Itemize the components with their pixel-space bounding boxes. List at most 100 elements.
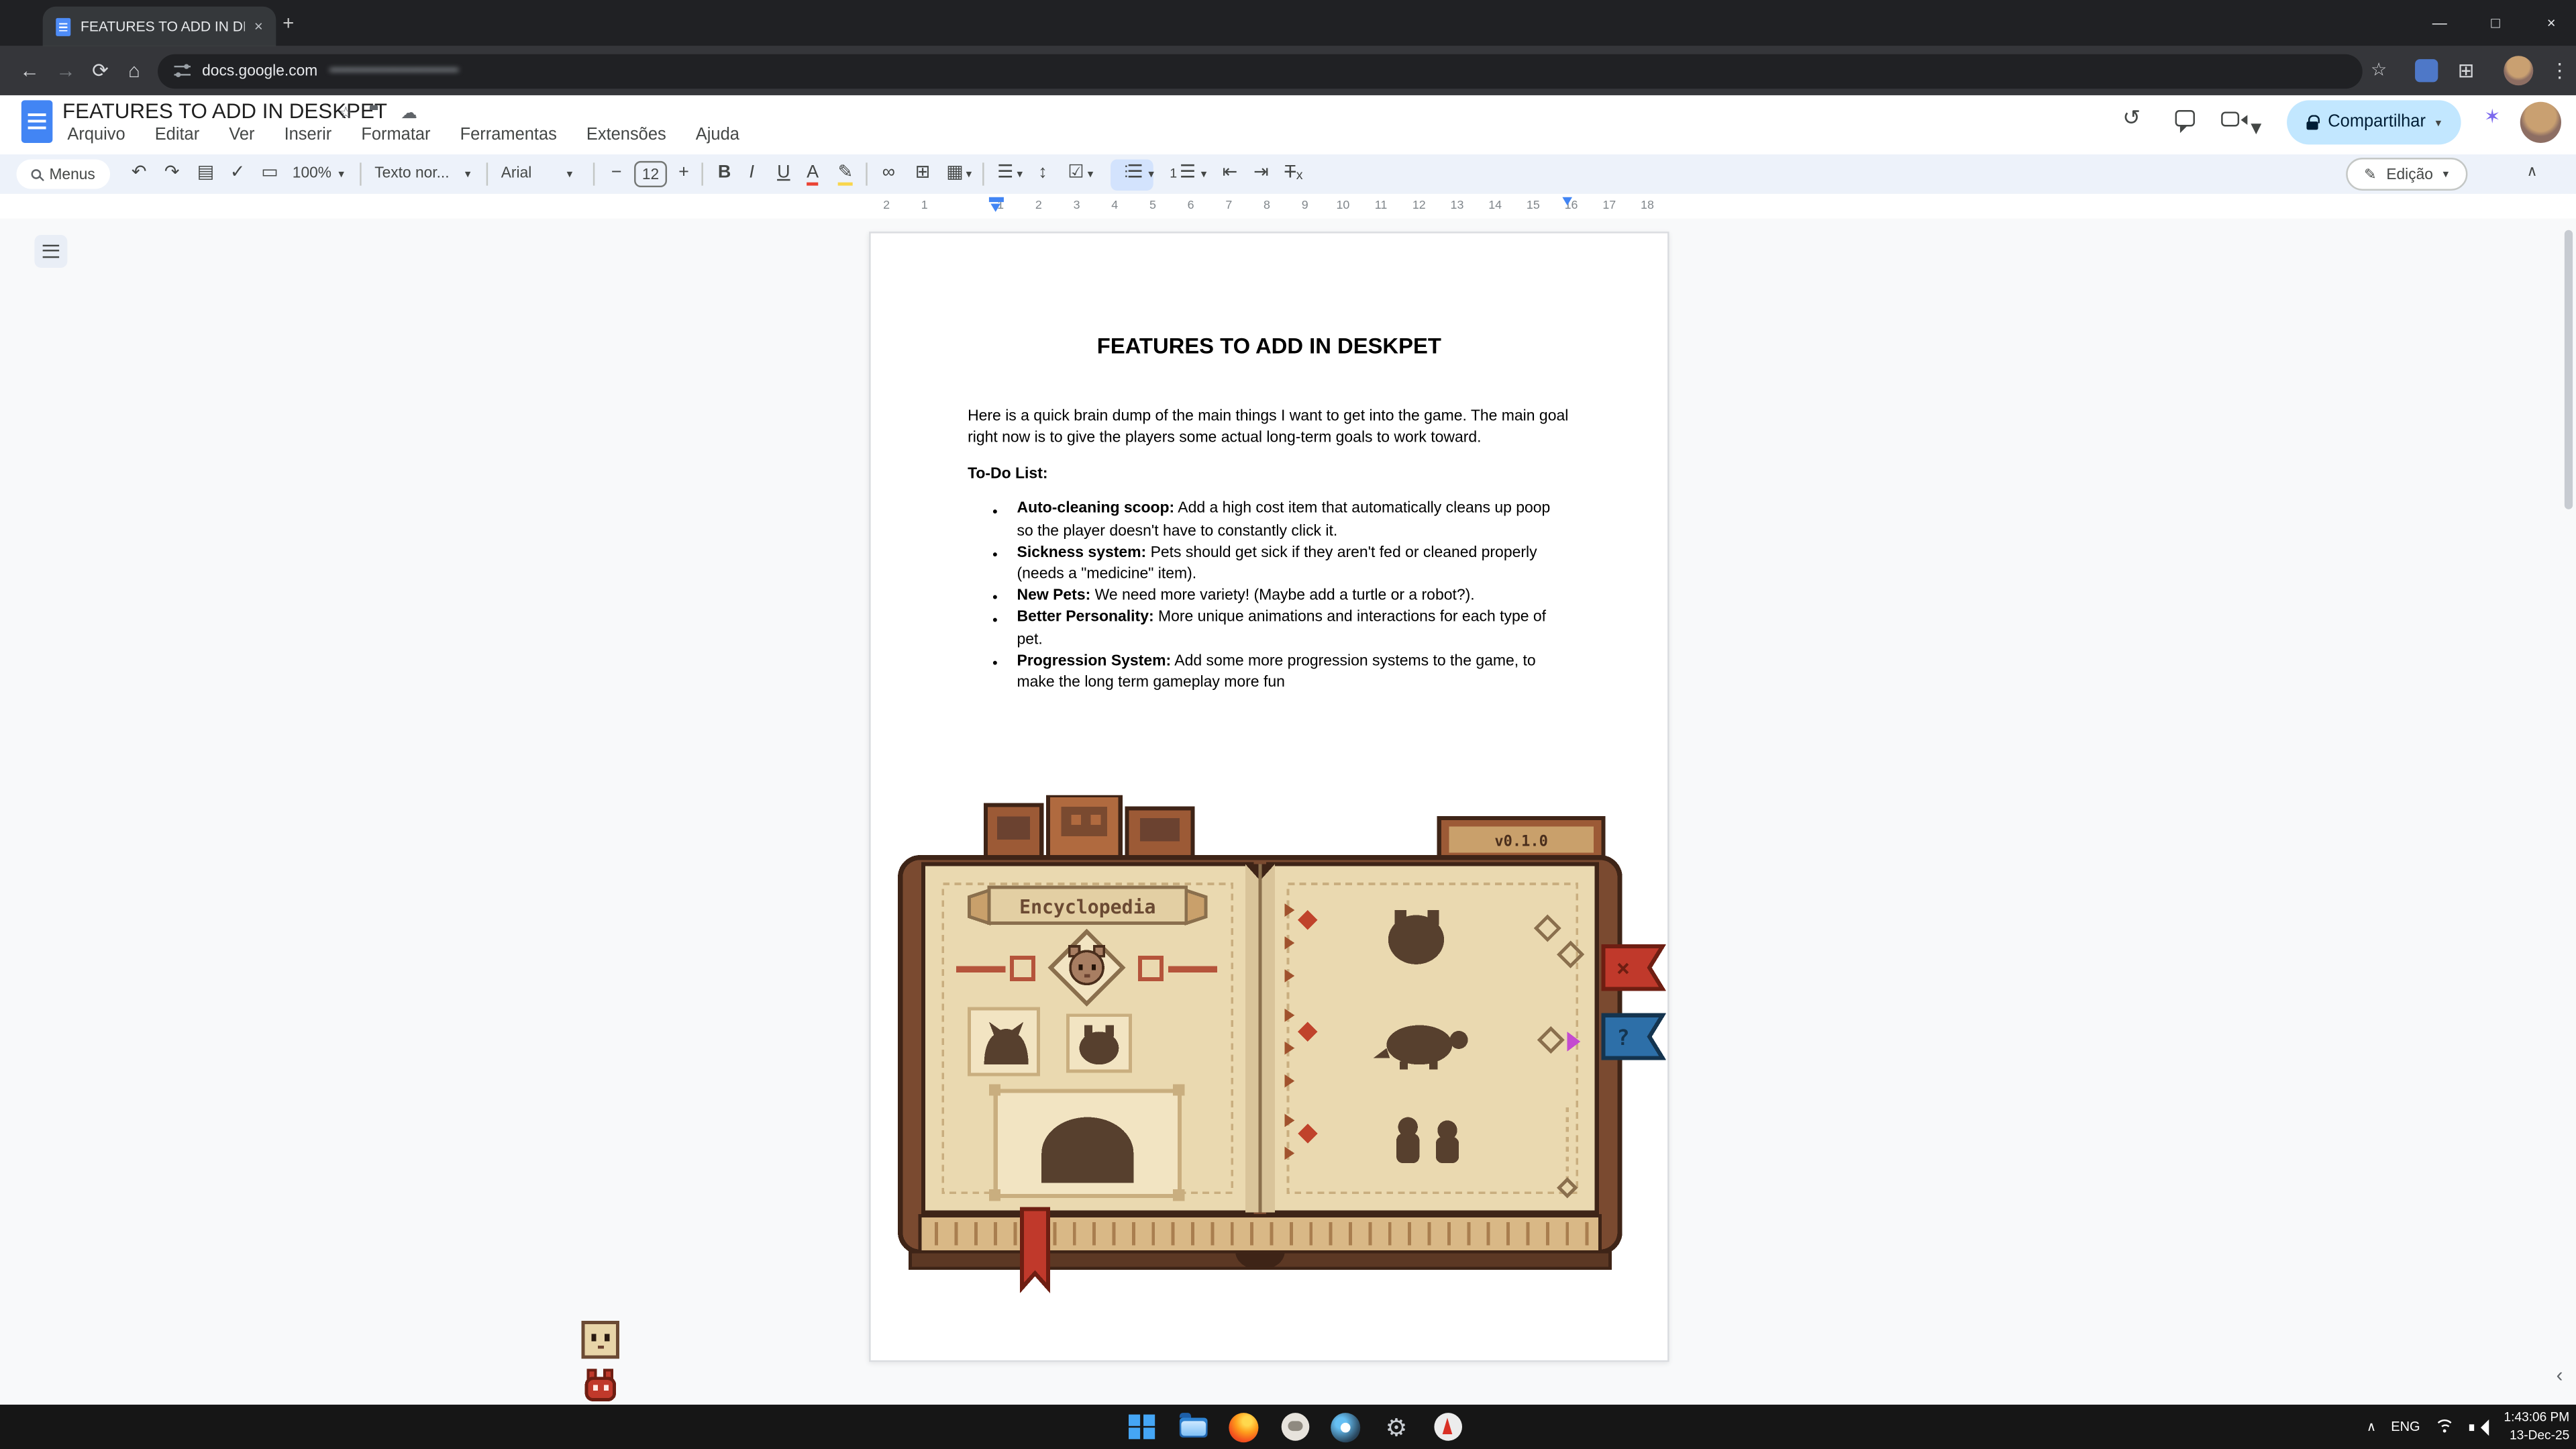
document-page[interactable]: FEATURES TO ADD IN DESKPET Here is a qui… (869, 232, 1669, 1362)
redo-icon[interactable]: ↷ (164, 164, 180, 183)
print-icon[interactable]: ▤ (197, 164, 214, 183)
style-dropdown-icon[interactable]: ▾ (465, 168, 471, 181)
browser-tab[interactable]: FEATURES TO ADD IN DESKPET × (43, 7, 276, 46)
highlight-color-button[interactable]: ✎ (838, 164, 854, 183)
star-document-icon[interactable]: ☆ (338, 105, 353, 123)
browser-profile-avatar[interactable] (2504, 56, 2533, 85)
left-indent-marker[interactable] (990, 204, 1000, 217)
menu-item[interactable]: Editar (144, 123, 211, 148)
checklist-icon[interactable]: ☑ (1068, 164, 1084, 183)
menu-item[interactable]: Inserir (272, 123, 343, 148)
extension-icon[interactable] (2415, 59, 2438, 82)
file-explorer-button[interactable] (1173, 1407, 1213, 1447)
taskbar-clock[interactable]: 1:43:06 PM 13-Dec-25 (2504, 1409, 2570, 1444)
scrollbar-thumb[interactable] (2565, 230, 2573, 509)
address-bar[interactable]: docs.google.com ••••••••••••••••••••••••… (158, 54, 2363, 88)
paragraph-style-select[interactable]: Texto nor... (374, 164, 449, 181)
document-canvas[interactable]: 1234567891011121314151617181920212223242… (0, 219, 2576, 1405)
firefox-button[interactable] (1224, 1407, 1264, 1447)
help-tab: ? (1604, 1015, 1663, 1058)
paint-format-icon[interactable]: ▭ (261, 164, 278, 183)
text-color-button[interactable]: A (807, 164, 819, 183)
reload-icon[interactable]: ⟳ (92, 59, 109, 82)
collapse-toolbar-icon[interactable]: ∧ (2527, 164, 2538, 179)
tray-expand-icon[interactable]: ∧ (2367, 1419, 2376, 1434)
numbered-list-icon[interactable]: ☰ (1180, 164, 1196, 183)
add-comment-icon[interactable]: ⊞ (915, 164, 931, 183)
wifi-icon[interactable] (2435, 1419, 2455, 1435)
extensions-icon[interactable]: ⊞ (2458, 59, 2475, 82)
align-dropdown-icon[interactable]: ▾ (1017, 168, 1023, 181)
app-button[interactable] (1275, 1407, 1315, 1447)
menus-search-button[interactable]: Menus (16, 159, 109, 189)
settings-button[interactable]: ⚙ (1377, 1407, 1416, 1447)
start-button[interactable] (1122, 1407, 1162, 1447)
bullet-list-lines-icon[interactable]: ☰ (1127, 164, 1143, 183)
window-maximize-button[interactable]: □ (2467, 0, 2523, 46)
steam-button[interactable] (1326, 1407, 1366, 1447)
home-icon[interactable]: ⌂ (128, 59, 140, 82)
version-history-icon[interactable]: ↺ (2122, 105, 2141, 132)
decrease-font-icon[interactable]: − (611, 164, 622, 183)
comments-icon[interactable] (2175, 110, 2195, 126)
underline-button[interactable]: U (777, 164, 790, 183)
menu-item[interactable]: Extensões (575, 123, 678, 148)
docs-profile-avatar[interactable] (2520, 102, 2561, 143)
menu-item[interactable]: Arquivo (56, 123, 137, 148)
horizontal-ruler[interactable]: 21123456789101112131415161718 (0, 194, 2576, 219)
desktop-pet-box-sprite[interactable] (580, 1319, 621, 1360)
zoom-dropdown-icon[interactable]: ▾ (338, 168, 344, 181)
checklist-dropdown-icon[interactable]: ▾ (1088, 168, 1094, 181)
font-dropdown-icon[interactable]: ▾ (567, 168, 573, 181)
share-button[interactable]: Compartilhar ▾ (2287, 100, 2461, 144)
insert-link-icon[interactable]: ∞ (882, 164, 895, 183)
browser-menu-icon[interactable]: ⋮ (2550, 59, 2569, 82)
meet-dropdown-icon[interactable]: ▾ (2251, 115, 2261, 141)
increase-indent-icon[interactable]: ⇥ (1253, 164, 1269, 183)
site-settings-icon[interactable] (174, 64, 191, 77)
clear-formatting-x[interactable]: x (1296, 169, 1303, 183)
volume-icon[interactable] (2469, 1419, 2489, 1435)
increase-font-icon[interactable]: + (678, 164, 689, 183)
bold-button[interactable]: B (718, 164, 731, 183)
numbered-dropdown-icon[interactable]: ▾ (1201, 168, 1207, 181)
italic-button[interactable]: I (749, 164, 754, 183)
rocket-app-button[interactable] (1428, 1407, 1467, 1447)
font-select[interactable]: Arial (501, 164, 532, 181)
gemini-sparkle-icon[interactable]: ✶ (2484, 105, 2501, 128)
side-panel-toggle-icon[interactable]: ‹ (2557, 1364, 2563, 1387)
font-size-input[interactable]: 12 (634, 161, 667, 187)
numbered-list-one-icon[interactable]: 1 (1170, 168, 1177, 181)
desktop-pet-red-sprite[interactable] (582, 1367, 619, 1405)
window-minimize-button[interactable]: — (2412, 0, 2467, 46)
clear-formatting-icon[interactable]: T (1285, 164, 1296, 183)
first-line-indent-marker[interactable] (989, 197, 1004, 202)
window-close-button[interactable]: × (2524, 0, 2576, 46)
document-tabs-button[interactable] (34, 235, 67, 268)
back-icon[interactable]: ← (19, 59, 39, 82)
line-spacing-icon[interactable]: ↕ (1038, 164, 1047, 183)
editing-mode-button[interactable]: ✎ Edição ▾ (2346, 158, 2467, 191)
align-icon[interactable]: ☰ (997, 164, 1013, 183)
zoom-select[interactable]: 100% (293, 164, 331, 181)
bookmark-star-icon[interactable]: ☆ (2371, 59, 2387, 81)
bullet-dropdown-icon[interactable]: ▾ (1148, 168, 1154, 181)
language-indicator[interactable]: ENG (2391, 1419, 2420, 1434)
undo-icon[interactable]: ↶ (132, 164, 147, 183)
right-indent-marker[interactable] (1562, 197, 1572, 211)
mode-dropdown-icon[interactable]: ▾ (2443, 168, 2449, 181)
tab-close-icon[interactable]: × (254, 18, 263, 34)
docs-logo-icon[interactable] (21, 100, 53, 143)
decrease-indent-icon[interactable]: ⇤ (1223, 164, 1238, 183)
menu-item[interactable]: Formatar (350, 123, 442, 148)
menu-item[interactable]: Ver (217, 123, 266, 148)
forward-icon[interactable]: → (56, 59, 75, 82)
image-dropdown-icon[interactable]: ▾ (966, 168, 972, 181)
share-dropdown-icon[interactable]: ▾ (2436, 116, 2442, 130)
new-tab-button[interactable]: + (282, 11, 294, 34)
insert-image-icon[interactable]: ▦ (946, 164, 963, 183)
menu-item[interactable]: Ajuda (684, 123, 751, 148)
menu-item[interactable]: Ferramentas (448, 123, 568, 148)
meet-icon[interactable] (2221, 111, 2239, 126)
spellcheck-icon[interactable]: ✓ (230, 164, 246, 183)
